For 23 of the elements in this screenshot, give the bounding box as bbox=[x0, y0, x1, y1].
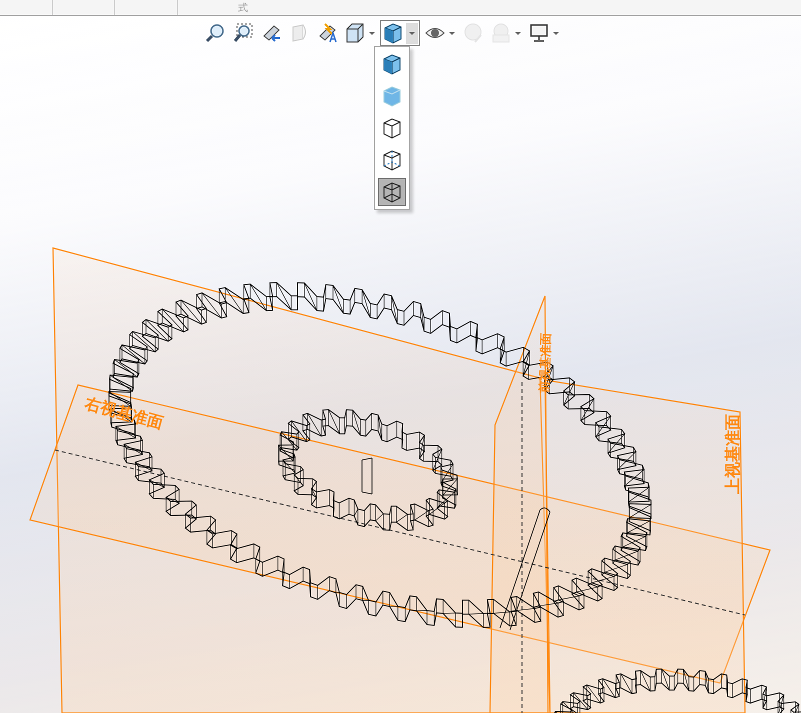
cube-icon bbox=[382, 22, 404, 44]
plane-label: 上视基准面 bbox=[723, 414, 742, 494]
zoom-area-icon bbox=[232, 22, 254, 44]
cube-icon bbox=[381, 117, 403, 139]
cube-icon bbox=[381, 53, 403, 75]
toolbar-button[interactable] bbox=[380, 20, 420, 46]
caret-icon bbox=[448, 30, 456, 36]
sphere-icon bbox=[490, 22, 512, 44]
tab-label[interactable]: 式 bbox=[238, 3, 248, 15]
caret-icon bbox=[406, 22, 418, 44]
monitor-icon bbox=[528, 22, 550, 44]
cube-icon bbox=[344, 22, 366, 44]
cube-icon bbox=[381, 149, 403, 171]
plane-label: 右视基准面 bbox=[82, 394, 166, 433]
cube-icon bbox=[381, 85, 403, 107]
cube-icon bbox=[381, 181, 403, 203]
caret-icon bbox=[552, 30, 560, 36]
sphere-icon bbox=[462, 22, 484, 44]
menu-item[interactable] bbox=[378, 178, 406, 206]
magnifier-icon bbox=[204, 22, 226, 44]
caret-icon bbox=[368, 30, 376, 36]
shaft-drawing bbox=[362, 458, 372, 494]
caret-icon bbox=[514, 30, 522, 36]
